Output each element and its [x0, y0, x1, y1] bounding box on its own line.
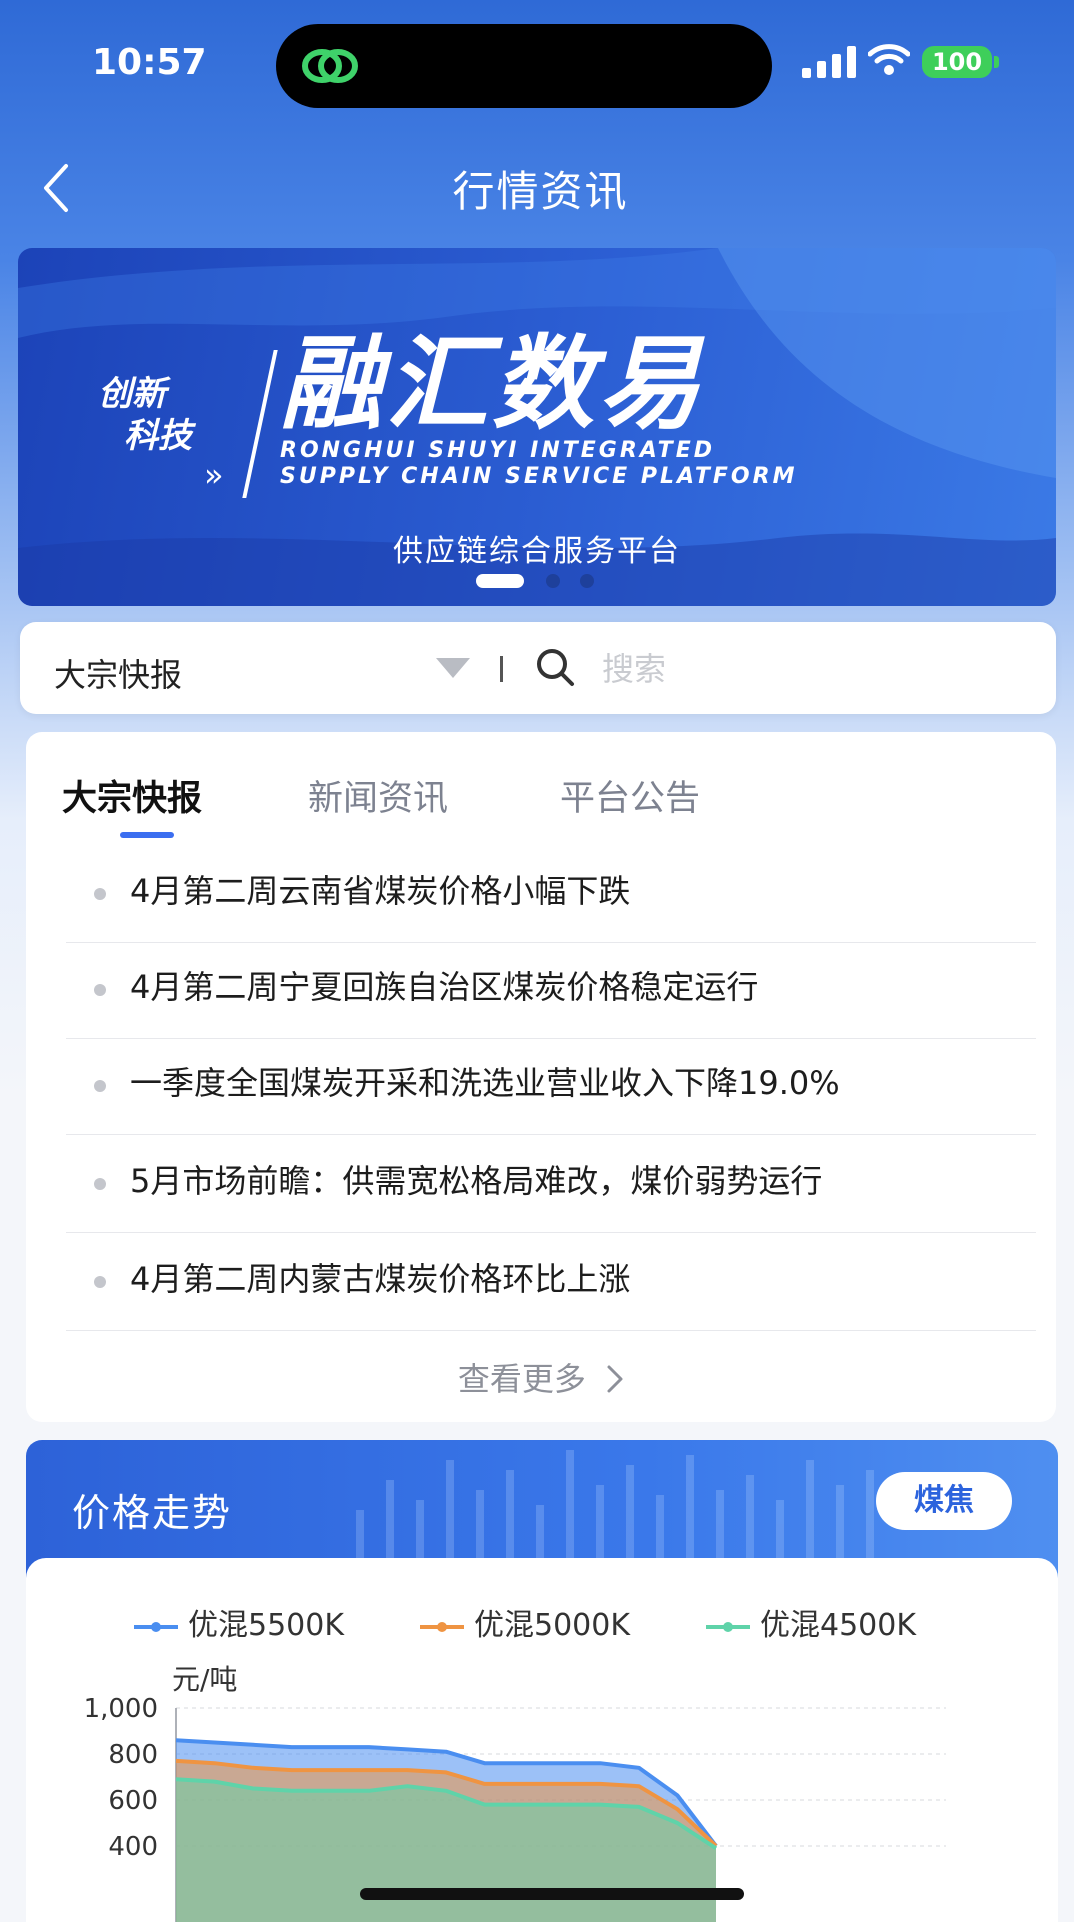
- search-divider: [500, 656, 503, 682]
- chart-card: 优混5500K 优混5000K 优混4500K 元/吨 1,000 800 600 4…: [26, 1558, 1058, 1922]
- y-tick-label: 400: [108, 1832, 158, 1862]
- caret-down-icon[interactable]: [436, 658, 470, 678]
- news-headline[interactable]: 一季度全国煤炭开采和洗选业营业收入下降19.0%: [130, 1058, 840, 1104]
- page: 10:57 100 行情资讯 创新 科技 » 融汇数易 RONGHUI SHUY…: [0, 0, 1081, 1922]
- news-list-item[interactable]: 4月第二周宁夏回族自治区煤炭价格稳定运行: [66, 942, 1036, 1039]
- y-tick-label: 800: [108, 1740, 158, 1770]
- section-title: 价格走势: [72, 1491, 233, 1535]
- wifi-icon: [868, 44, 910, 75]
- news-headline[interactable]: 4月第二周宁夏回族自治区煤炭价格稳定运行: [130, 962, 758, 1008]
- legend-marker: [706, 1621, 750, 1632]
- bullet-dot: [94, 888, 106, 900]
- news-list-item[interactable]: 5月市场前瞻：供需宽松格局难改，煤价弱势运行: [66, 1136, 1036, 1233]
- banner-subtitle: 供应链综合服务平台: [393, 534, 681, 569]
- tab-bulk-express[interactable]: 大宗快报: [62, 770, 202, 821]
- legend-label: 优混5500K: [188, 1608, 345, 1643]
- chevron-right-icon: [607, 1365, 623, 1393]
- battery-indicator: 100: [922, 46, 992, 78]
- search-bar: 大宗快报: [20, 622, 1056, 714]
- active-tab-indicator: [120, 832, 174, 838]
- legend-item[interactable]: 优混5000K: [420, 1600, 630, 1644]
- link-app-icon: [302, 49, 358, 83]
- carousel-dot[interactable]: [546, 574, 560, 588]
- news-card: 大宗快报 新闻资讯 平台公告 4月第二周云南省煤炭价格小幅下跌 4月第二周宁夏回…: [26, 732, 1056, 1422]
- category-filter-button[interactable]: 煤焦: [876, 1472, 1012, 1530]
- news-headline[interactable]: 4月第二周内蒙古煤炭价格环比上涨: [130, 1254, 630, 1300]
- carousel-dot-active[interactable]: [476, 574, 524, 588]
- banner-brand-english-line2: SUPPLY CHAIN SERVICE PLATFORM: [280, 464, 798, 489]
- legend-marker: [420, 1621, 464, 1632]
- news-list-item[interactable]: 一季度全国煤炭开采和洗选业营业收入下降19.0%: [66, 1038, 1036, 1135]
- tab-announcements[interactable]: 平台公告: [560, 770, 700, 821]
- legend-label: 优混5000K: [474, 1608, 631, 1643]
- double-chevron-icon: »: [204, 456, 224, 494]
- news-list-item[interactable]: 4月第二周内蒙古煤炭价格环比上涨: [66, 1234, 1036, 1331]
- banner-tag-technology: 科技: [124, 416, 192, 456]
- legend-item[interactable]: 优混5500K: [134, 1600, 344, 1644]
- bullet-dot: [94, 984, 106, 996]
- legend-item[interactable]: 优混4500K: [706, 1600, 916, 1644]
- news-headline[interactable]: 5月市场前瞻：供需宽松格局难改，煤价弱势运行: [130, 1156, 822, 1202]
- page-title: 行情资讯: [452, 167, 629, 216]
- banner-brand-english-line1: RONGHUI SHUYI INTEGRATED: [280, 438, 715, 463]
- y-tick-label: 1,000: [84, 1694, 158, 1724]
- price-area-chart: 1,000 800 600 400: [84, 1694, 946, 1922]
- y-tick-label: 600: [108, 1786, 158, 1816]
- banner-brand-title: 融汇数易: [280, 325, 704, 444]
- news-list-item[interactable]: 4月第二周云南省煤炭价格小幅下跌: [66, 846, 1036, 943]
- view-more-label: 查看更多: [457, 1360, 586, 1398]
- search-input[interactable]: [600, 638, 1024, 700]
- bullet-dot: [94, 1178, 106, 1190]
- promo-banner[interactable]: 创新 科技 » 融汇数易 RONGHUI SHUYI INTEGRATED SU…: [18, 248, 1056, 606]
- news-headline[interactable]: 4月第二周云南省煤炭价格小幅下跌: [130, 866, 630, 912]
- carousel-dot[interactable]: [580, 574, 594, 588]
- dynamic-island: [276, 24, 772, 108]
- bullet-dot: [94, 1080, 106, 1092]
- price-trend-section: 价格走势 煤焦 优混5500K 优混5000K 优混4500K 元/吨 1,00…: [26, 1440, 1058, 1922]
- search-icon[interactable]: [534, 646, 576, 688]
- bullet-dot: [94, 1276, 106, 1288]
- legend-marker: [134, 1621, 178, 1632]
- status-time: 10:57: [92, 42, 207, 83]
- screen-edge: [1074, 0, 1081, 1922]
- battery-cap: [994, 56, 999, 68]
- cellular-signal-icon: [802, 46, 856, 78]
- legend-label: 优混4500K: [760, 1608, 917, 1643]
- category-select[interactable]: 大宗快报: [54, 650, 182, 696]
- home-indicator[interactable]: [360, 1888, 744, 1900]
- view-more-link[interactable]: 查看更多: [26, 1354, 1056, 1400]
- tab-news[interactable]: 新闻资讯: [308, 770, 448, 821]
